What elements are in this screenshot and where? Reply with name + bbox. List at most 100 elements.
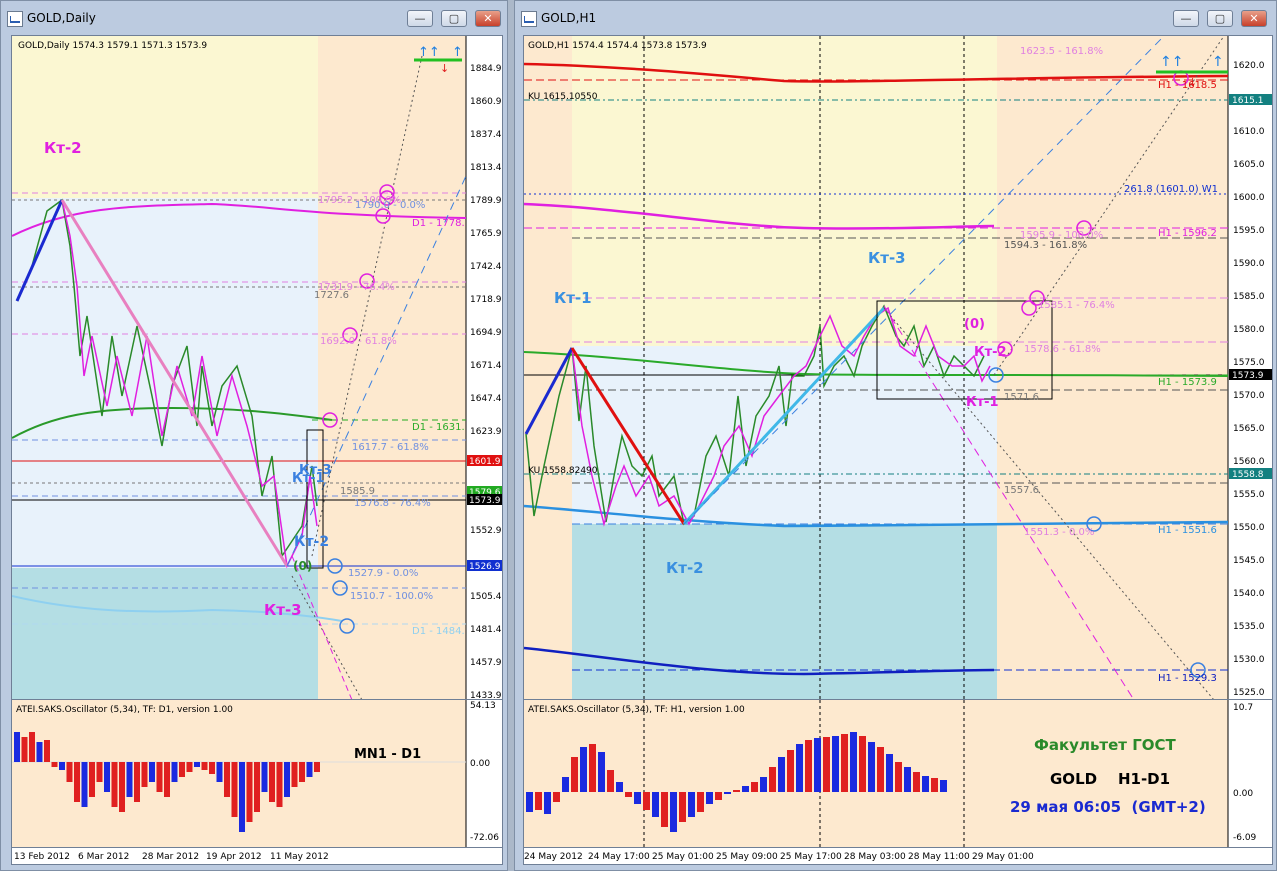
- svg-text:↑: ↑: [452, 45, 463, 60]
- price-tick-label: 1765.9: [470, 229, 502, 239]
- close-button[interactable]: ✕: [1241, 10, 1267, 27]
- price-marker-label: 1615.1: [1232, 96, 1264, 106]
- date-label: 25 May 01:00: [652, 852, 714, 862]
- oscillator-bar: [769, 767, 776, 792]
- fib-level-label: 1692.0 - 61.8%: [320, 336, 397, 347]
- price-tick-label: 1694.9: [470, 328, 502, 338]
- svg-text:↑: ↑: [1212, 54, 1224, 70]
- fib-level-label: 1727.6: [314, 290, 349, 301]
- price-tick-label: 1540.0: [1233, 589, 1265, 599]
- wave-label: Кт-2: [974, 345, 1007, 360]
- price-tick-label: 1813.4: [470, 163, 502, 173]
- oscillator-bar: [526, 792, 533, 812]
- oscillator-bar: [940, 780, 947, 792]
- oscillator-bar: [760, 777, 767, 792]
- oscillator-bar: [21, 737, 28, 762]
- price-tick-label: 1595.0: [1233, 226, 1265, 236]
- maximize-button[interactable]: ▢: [1207, 10, 1233, 27]
- oscillator-bar: [59, 762, 65, 770]
- oscillator-bar: [589, 744, 596, 792]
- title-bar[interactable]: GOLD,Daily — ▢ ✕: [1, 1, 507, 35]
- price-tick-label: 1742.4: [470, 262, 502, 272]
- date-label: 24 May 2012: [524, 852, 583, 862]
- fib-level-label: 1527.9 - 0.0%: [348, 568, 418, 579]
- oscillator-bar: [261, 762, 268, 792]
- price-tick-label: 1718.9: [470, 295, 502, 305]
- date-label: 24 May 17:00: [588, 852, 650, 862]
- oscillator-bar: [895, 762, 902, 792]
- minimize-button[interactable]: —: [1173, 10, 1199, 27]
- oscillator-bar: [201, 762, 208, 770]
- oscillator-bar: [66, 762, 73, 782]
- fib-level-label: 1623.5 - 161.8%: [1020, 46, 1103, 57]
- oscillator-tick: 0.00: [470, 759, 490, 769]
- ma-label: D1 - 1484.: [412, 626, 465, 637]
- date-label: 11 May 2012: [270, 852, 329, 862]
- chart-window-gold-h1[interactable]: GOLD,H1 — ▢ ✕ ↑↑ ↑ ↓ GOLD,H1 1574.4 1574…: [514, 0, 1277, 871]
- oscillator-bar: [246, 762, 253, 822]
- ku-level-label: KU 1615.10550: [528, 92, 598, 102]
- oscillator-bar: [254, 762, 260, 812]
- price-tick-label: 1647.4: [470, 394, 502, 404]
- oscillator-bar: [751, 782, 758, 792]
- fib-level-label: 1510.7 - 100.0%: [350, 591, 433, 602]
- oscillator-bar: [299, 762, 305, 782]
- oscillator-bar: [625, 792, 632, 797]
- price-tick-label: 1457.9: [470, 658, 502, 668]
- date-label: 28 May 11:00: [908, 852, 970, 862]
- price-tick-label: 1585.0: [1233, 292, 1265, 302]
- price-chart-daily[interactable]: ↑↑ ↑ ↓ GOLD,Daily 1574.3 1579.1 1571.3 1…: [11, 35, 503, 701]
- oscillator-bar: [291, 762, 298, 787]
- chart-header: GOLD,Daily 1574.3 1579.1 1571.3 1573.9: [18, 41, 207, 51]
- oscillator-bar: [688, 792, 695, 817]
- oscillator-tick: 10.7: [1233, 703, 1253, 713]
- oscillator-bar: [841, 734, 848, 792]
- oscillator-bar: [74, 762, 80, 802]
- minimize-button[interactable]: —: [407, 10, 433, 27]
- price-tick-label: 1789.9: [470, 196, 502, 206]
- title-bar[interactable]: GOLD,H1 — ▢ ✕: [515, 1, 1276, 35]
- oscillator-panel-h1[interactable]: ATEI.SAKS.Oscillator (5,34), TF: H1, ver…: [523, 699, 1273, 849]
- date-label: 28 May 03:00: [844, 852, 906, 862]
- oscillator-bar: [814, 738, 821, 792]
- fib-level-label: 1578.6 - 61.8%: [1024, 344, 1101, 355]
- fib-level-label: 1551.3 - 0.0%: [1024, 527, 1094, 538]
- oscillator-bar: [643, 792, 650, 810]
- oscillator-bar: [314, 762, 320, 772]
- fib-level-label: 1585.9: [340, 486, 375, 497]
- oscillator-bar: [119, 762, 125, 812]
- svg-text:↑↑: ↑↑: [418, 45, 440, 60]
- caption-faculty: Факультет ГОСТ: [1034, 736, 1177, 754]
- price-tick-label: 1605.0: [1233, 160, 1265, 170]
- oscillator-bar: [171, 762, 178, 782]
- wave-label: Кт-1: [966, 395, 999, 410]
- date-label: 6 Mar 2012: [78, 852, 129, 862]
- oscillator-bar: [913, 772, 920, 792]
- wave-label: Кт-1: [292, 471, 325, 486]
- oscillator-bar: [706, 792, 713, 804]
- window-title: GOLD,Daily: [27, 11, 96, 25]
- oscillator-bar: [823, 737, 830, 792]
- price-tick-label: 1837.4: [470, 130, 502, 140]
- ma-label: H1 - 1551.6: [1158, 525, 1217, 536]
- svg-text:↑↑: ↑↑: [1160, 54, 1183, 70]
- price-marker-label: 1558.8: [1232, 470, 1264, 480]
- close-button[interactable]: ✕: [475, 10, 501, 27]
- price-tick-label: 1590.0: [1233, 259, 1265, 269]
- price-chart-h1[interactable]: ↑↑ ↑ ↓ GOLD,H1 1574.4 1574.4 1573.8 1573…: [523, 35, 1273, 701]
- price-tick-label: 1860.9: [470, 97, 502, 107]
- oscillator-bar: [634, 792, 641, 804]
- date-axis-daily: 13 Feb 2012 6 Mar 2012 28 Mar 2012 19 Apr 2…: [11, 847, 503, 865]
- chart-window-gold-daily[interactable]: GOLD,Daily — ▢ ✕ ↑↑ ↑ ↓ GOLD,Daily 1574.…: [0, 0, 508, 871]
- oscillator-title: ATEI.SAKS.Oscillator (5,34), TF: D1, ver…: [16, 705, 233, 715]
- price-tick-label: 1610.0: [1233, 127, 1265, 137]
- price-tick-label: 1552.9: [470, 526, 502, 536]
- oscillator-bar: [904, 767, 911, 792]
- oscillator-bar: [104, 762, 110, 792]
- maximize-button[interactable]: ▢: [441, 10, 467, 27]
- oscillator-bar: [544, 792, 551, 814]
- oscillator-bar: [931, 778, 938, 792]
- oscillator-bar: [697, 792, 704, 812]
- oscillator-panel-daily[interactable]: ATEI.SAKS.Oscillator (5,34), TF: D1, ver…: [11, 699, 503, 849]
- oscillator-bar: [733, 790, 740, 792]
